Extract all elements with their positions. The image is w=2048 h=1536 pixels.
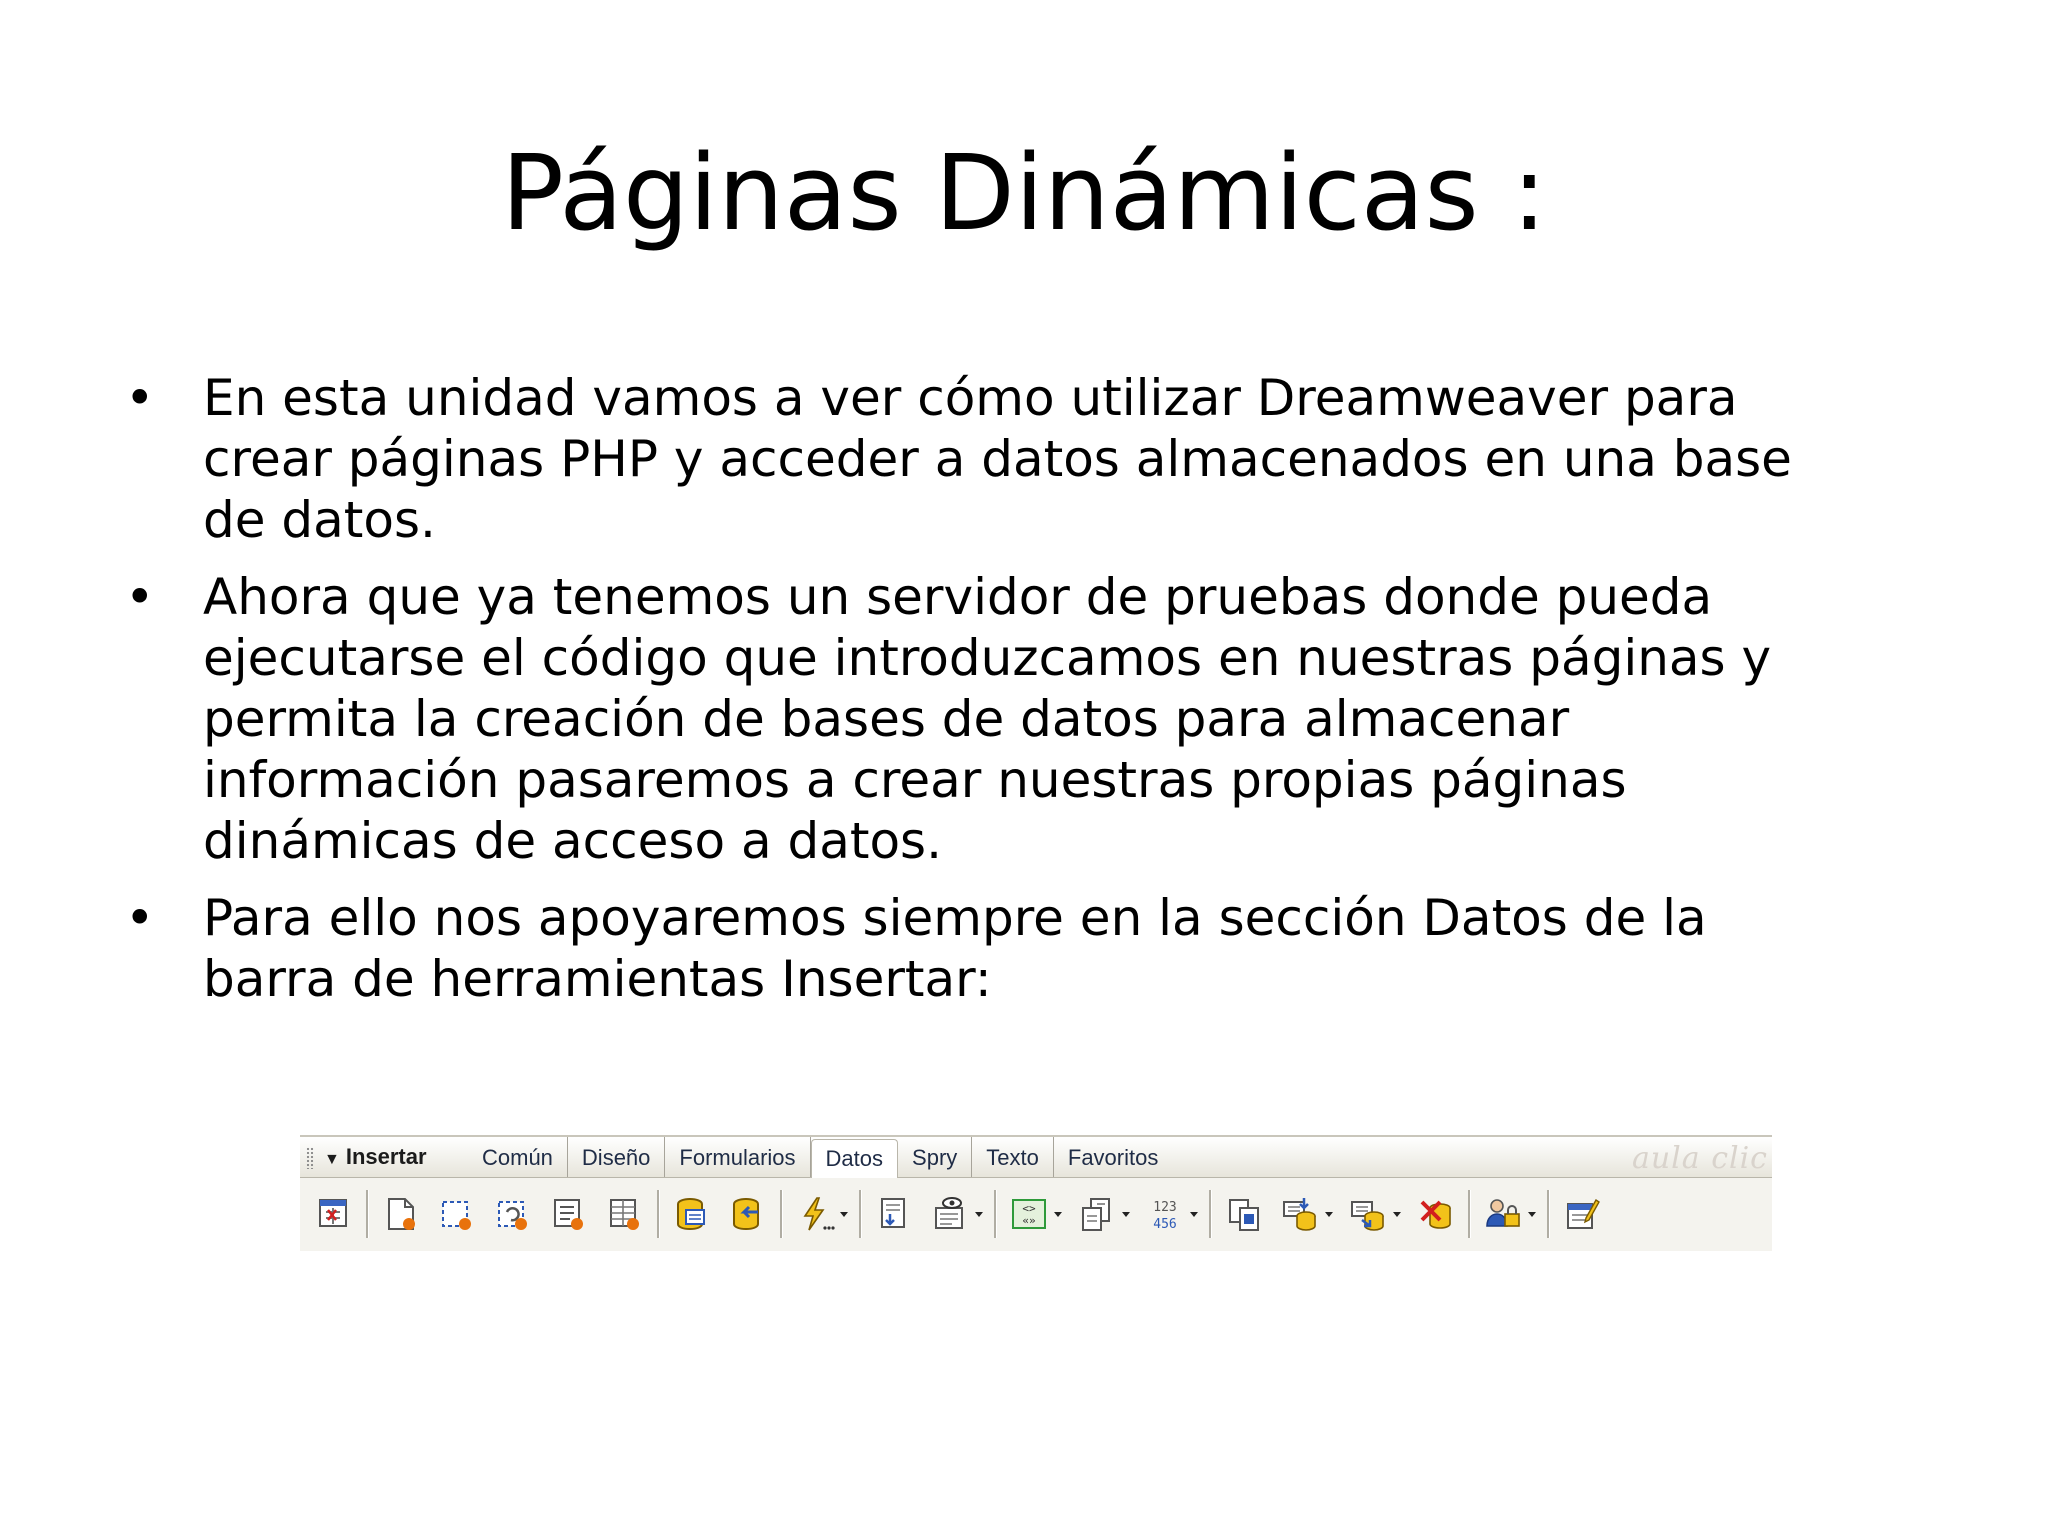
- spry-region-icon[interactable]: [435, 1192, 479, 1236]
- user-authentication-icon[interactable]: [1481, 1192, 1525, 1236]
- import-tabular-data-icon[interactable]: [312, 1192, 356, 1236]
- toolbar-separator: [366, 1190, 369, 1238]
- insert-toolbar-screenshot: ▼ Insertar Común Diseño Formularios Datos…: [300, 1135, 1772, 1251]
- toolbar-tab-bar: ▼ Insertar Común Diseño Formularios Datos…: [300, 1137, 1772, 1178]
- toolbar-separator: [1547, 1190, 1550, 1238]
- go-to-detail-page-icon[interactable]: [1075, 1192, 1119, 1236]
- bullet-list: • En esta unidad vamos a ver cómo utiliz…: [125, 368, 1825, 1026]
- display-record-count-icon[interactable]: 123 456: [1143, 1192, 1187, 1236]
- slide-title: Páginas Dinámicas :: [501, 132, 1547, 254]
- recordset-paging-icon[interactable]: <> «»: [1007, 1192, 1051, 1236]
- bullet-text: En esta unidad vamos a ver cómo utilizar…: [203, 369, 1792, 549]
- tab-spry[interactable]: Spry: [898, 1137, 973, 1177]
- bullet-dot: •: [125, 568, 155, 626]
- xslt-transformation-icon[interactable]: [1560, 1192, 1604, 1236]
- user-authentication-dropdown-icon[interactable]: [1527, 1192, 1537, 1236]
- grip-handle-icon[interactable]: [306, 1147, 314, 1169]
- recordset-icon[interactable]: [670, 1192, 714, 1236]
- toolbar-separator: [994, 1190, 997, 1238]
- insert-record-dropdown-icon[interactable]: [1324, 1192, 1334, 1236]
- bullet-dot: •: [125, 889, 155, 947]
- toolbar-separator: [1468, 1190, 1471, 1238]
- toolbar-separator: [1209, 1190, 1212, 1238]
- bullet-text: Ahora que ya tenemos un servidor de prue…: [203, 568, 1772, 870]
- insert-record-icon[interactable]: [1278, 1192, 1322, 1236]
- bullet-dot: •: [125, 369, 155, 427]
- dynamic-data-dropdown-icon[interactable]: [839, 1192, 849, 1236]
- show-region-icon[interactable]: [928, 1192, 972, 1236]
- dynamic-data-icon[interactable]: [793, 1192, 837, 1236]
- aulaclic-watermark: aula clic: [1631, 1141, 1768, 1176]
- svg-text:«»: «»: [1022, 1214, 1035, 1227]
- insert-menu-label: Insertar: [345, 1144, 427, 1169]
- update-record-dropdown-icon[interactable]: [1392, 1192, 1402, 1236]
- tab-comun[interactable]: Común: [468, 1137, 568, 1177]
- show-region-dropdown-icon[interactable]: [974, 1192, 984, 1236]
- spry-repeat-icon[interactable]: [491, 1192, 535, 1236]
- tab-formularios[interactable]: Formularios: [665, 1137, 811, 1177]
- toolbar-separator: [780, 1190, 783, 1238]
- triangle-down-icon: ▼: [324, 1151, 340, 1168]
- spry-repeat-list-icon[interactable]: [547, 1192, 591, 1236]
- toolbar-separator: [657, 1190, 660, 1238]
- counter-bottom-digits: 456: [1153, 1217, 1176, 1232]
- repeated-region-icon[interactable]: [872, 1192, 916, 1236]
- slide: Páginas Dinámicas : • En esta unidad vam…: [0, 0, 2048, 1536]
- toolbar-separator: [859, 1190, 862, 1238]
- spry-dataset-icon[interactable]: [379, 1192, 423, 1236]
- go-to-detail-page-dropdown-icon[interactable]: [1121, 1192, 1131, 1236]
- counter-top-digits: 123: [1153, 1200, 1176, 1215]
- recordset-paging-dropdown-icon[interactable]: [1053, 1192, 1063, 1236]
- bullet-item: • En esta unidad vamos a ver cómo utiliz…: [125, 368, 1825, 551]
- bullet-item: • Ahora que ya tenemos un servidor de pr…: [125, 567, 1825, 872]
- delete-record-icon[interactable]: [1414, 1192, 1458, 1236]
- update-record-icon[interactable]: [1346, 1192, 1390, 1236]
- insert-menu-button[interactable]: ▼ Insertar: [324, 1144, 427, 1170]
- tab-list: Común Diseño Formularios Datos Spry Text…: [468, 1137, 1172, 1178]
- tab-favoritos[interactable]: Favoritos: [1054, 1137, 1172, 1177]
- bullet-text: Para ello nos apoyaremos siempre en la s…: [203, 889, 1707, 1008]
- stored-procedure-icon[interactable]: [726, 1192, 770, 1236]
- tab-diseno[interactable]: Diseño: [568, 1137, 666, 1177]
- tab-texto[interactable]: Texto: [972, 1137, 1054, 1177]
- master-detail-page-set-icon[interactable]: [1222, 1192, 1266, 1236]
- spry-table-icon[interactable]: [603, 1192, 647, 1236]
- display-record-count-dropdown-icon[interactable]: [1189, 1192, 1199, 1236]
- tab-datos[interactable]: Datos: [810, 1139, 899, 1178]
- bullet-item: • Para ello nos apoyaremos siempre en la…: [125, 888, 1825, 1010]
- toolbar-icon-row: <> «» 123 456: [306, 1185, 1610, 1243]
